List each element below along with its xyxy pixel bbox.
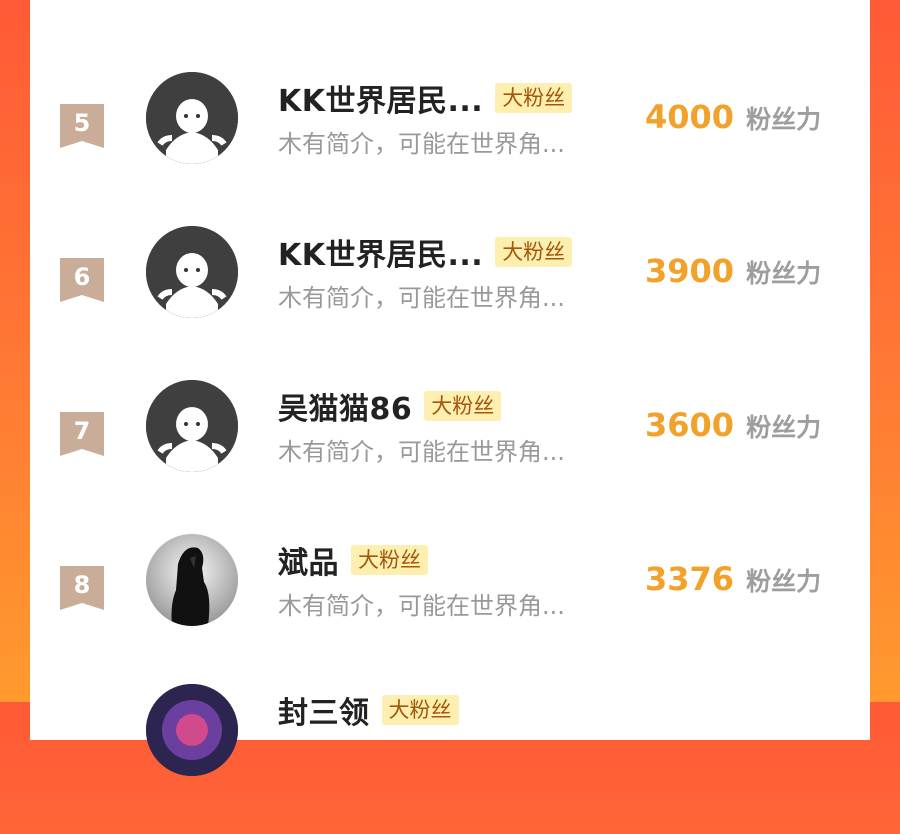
avatar[interactable] (146, 72, 238, 164)
name-line: KK世界居民... 大粉丝 (278, 230, 573, 274)
user-name[interactable]: 吴猫猫86 (278, 384, 412, 428)
fan-power-score: 3600 粉丝力 (645, 406, 821, 444)
list-item[interactable]: 7 吴猫猫86 大粉丝 木有简介，可能在世界角... 3600 粉丝力 (30, 380, 870, 530)
avatar[interactable] (146, 226, 238, 318)
user-bio: 木有简介，可能在世界角... (278, 438, 565, 466)
score-unit: 粉丝力 (746, 567, 822, 596)
rank-badge: 5 (60, 104, 104, 148)
rank-badge: 7 (60, 412, 104, 456)
score-number: 4000 (645, 98, 735, 136)
default-avatar-icon (146, 72, 238, 164)
fan-badge: 大粉丝 (351, 545, 428, 575)
list-item[interactable]: 6 KK世界居民... 大粉丝 木有简介，可能在世界角... 3900 粉丝力 (30, 226, 870, 376)
score-unit: 粉丝力 (746, 259, 822, 288)
list-item[interactable]: 8 斌品 大粉丝 木有简介，可能在世界角... 3376 粉丝力 (30, 534, 870, 684)
name-line: KK世界居民... 大粉丝 (278, 76, 573, 120)
anime-avatar (146, 534, 238, 626)
avatar[interactable] (146, 380, 238, 472)
score-number: 3376 (645, 560, 735, 598)
user-name[interactable]: 斌品 (278, 538, 339, 582)
score-unit: 粉丝力 (746, 413, 822, 442)
user-name[interactable]: KK世界居民... (278, 230, 483, 274)
name-line: 封三领 大粉丝 (278, 688, 459, 732)
list-item[interactable]: 5 KK世界居民... 大粉丝 木有简介，可能在世界角... 4000 粉丝力 (30, 72, 870, 222)
name-line: 斌品 大粉丝 (278, 538, 428, 582)
fan-badge: 大粉丝 (495, 237, 573, 267)
anime-avatar (146, 684, 238, 776)
fan-power-score: 3900 粉丝力 (645, 252, 821, 290)
user-bio: 木有简介，可能在世界角... (278, 284, 565, 312)
list-item-partial[interactable]: 封三领 大粉丝 (30, 684, 870, 834)
score-number: 3900 (645, 252, 735, 290)
rank-badge: 6 (60, 258, 104, 302)
default-avatar-icon (146, 380, 238, 472)
fan-power-score: 3376 粉丝力 (645, 560, 821, 598)
avatar[interactable] (146, 684, 238, 776)
fan-badge: 大粉丝 (424, 391, 502, 421)
user-bio: 木有简介，可能在世界角... (278, 592, 565, 620)
fan-badge: 大粉丝 (495, 83, 573, 113)
user-bio: 木有简介，可能在世界角... (278, 130, 565, 158)
avatar[interactable] (146, 534, 238, 626)
name-line: 吴猫猫86 大粉丝 (278, 384, 502, 428)
rank-badge: 8 (60, 566, 104, 610)
default-avatar-icon (146, 226, 238, 318)
score-number: 3600 (645, 406, 735, 444)
fan-badge: 大粉丝 (381, 695, 459, 725)
user-name[interactable]: 封三领 (278, 688, 370, 732)
fan-power-score: 4000 粉丝力 (645, 98, 821, 136)
score-unit: 粉丝力 (746, 105, 822, 134)
ranking-panel: 5 KK世界居民... 大粉丝 木有简介，可能在世界角... 4000 粉丝力 … (30, 0, 870, 776)
user-name[interactable]: KK世界居民... (278, 76, 483, 120)
